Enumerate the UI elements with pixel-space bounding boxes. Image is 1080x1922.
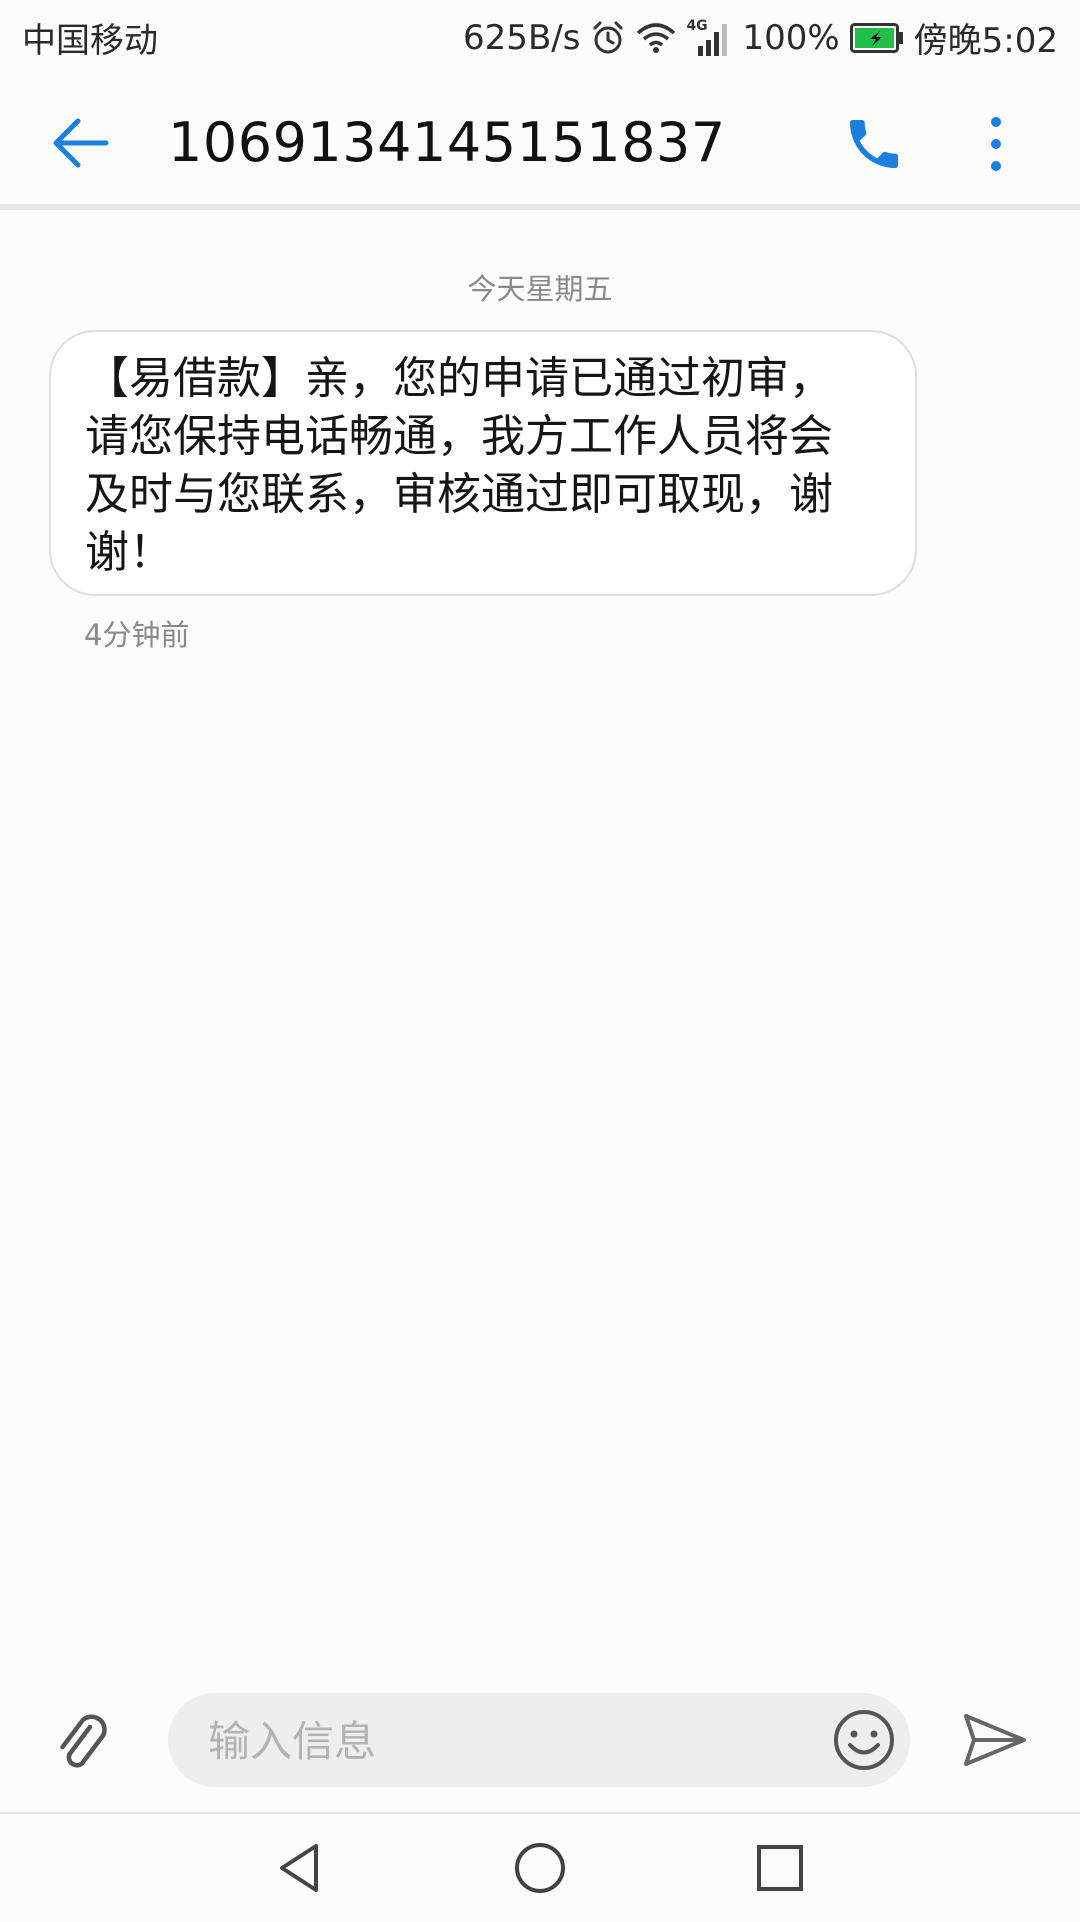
system-nav-bar xyxy=(0,1812,1080,1922)
conversation-header: 1069134145151837 xyxy=(0,75,1080,210)
more-options-button[interactable] xyxy=(980,112,1012,176)
wifi-icon xyxy=(636,21,676,55)
date-separator: 今天星期五 xyxy=(467,272,613,306)
emoji-button[interactable] xyxy=(832,1708,896,1772)
message-time: 4分钟前 xyxy=(84,618,190,652)
nav-home-icon xyxy=(515,1843,565,1893)
nav-back-icon xyxy=(280,1844,318,1892)
nav-back-button[interactable] xyxy=(272,1840,328,1896)
phone-icon xyxy=(850,120,898,168)
back-button[interactable] xyxy=(50,113,110,173)
nav-recents-icon xyxy=(757,1845,803,1891)
more-vert-icon xyxy=(991,117,1001,171)
nav-recents-button[interactable] xyxy=(752,1840,808,1896)
send-icon xyxy=(964,1714,1026,1766)
paperclip-icon xyxy=(60,1714,107,1768)
status-icons: 625B/s 4G 100% 傍晚5:02 xyxy=(463,13,1058,62)
compose-field-container xyxy=(168,1693,910,1789)
nav-home-button[interactable] xyxy=(512,1840,568,1896)
battery-percent: 100% xyxy=(742,17,840,58)
signal-icon: 4G xyxy=(686,18,732,58)
back-arrow-icon xyxy=(53,118,109,168)
message-bubble[interactable]: 【易借款】亲，您的申请已通过初审，请您保持电话畅通，我方工作人员将会及时与您联系… xyxy=(49,330,917,596)
send-button[interactable] xyxy=(962,1710,1028,1770)
clock: 傍晚5:02 xyxy=(913,21,1058,61)
emoji-icon xyxy=(834,1710,894,1770)
status-bar: 中国移动 625B/s 4G 100% 傍晚5:02 xyxy=(0,0,1080,75)
alarm-icon xyxy=(590,20,626,56)
call-button[interactable] xyxy=(842,112,906,176)
contact-title: 1069134145151837 xyxy=(168,111,726,174)
net-speed: 625B/s xyxy=(463,17,581,58)
message-input[interactable] xyxy=(206,1693,770,1789)
carrier-label: 中国移动 xyxy=(22,21,158,61)
battery-icon xyxy=(849,22,904,53)
attach-button[interactable] xyxy=(52,1710,116,1774)
